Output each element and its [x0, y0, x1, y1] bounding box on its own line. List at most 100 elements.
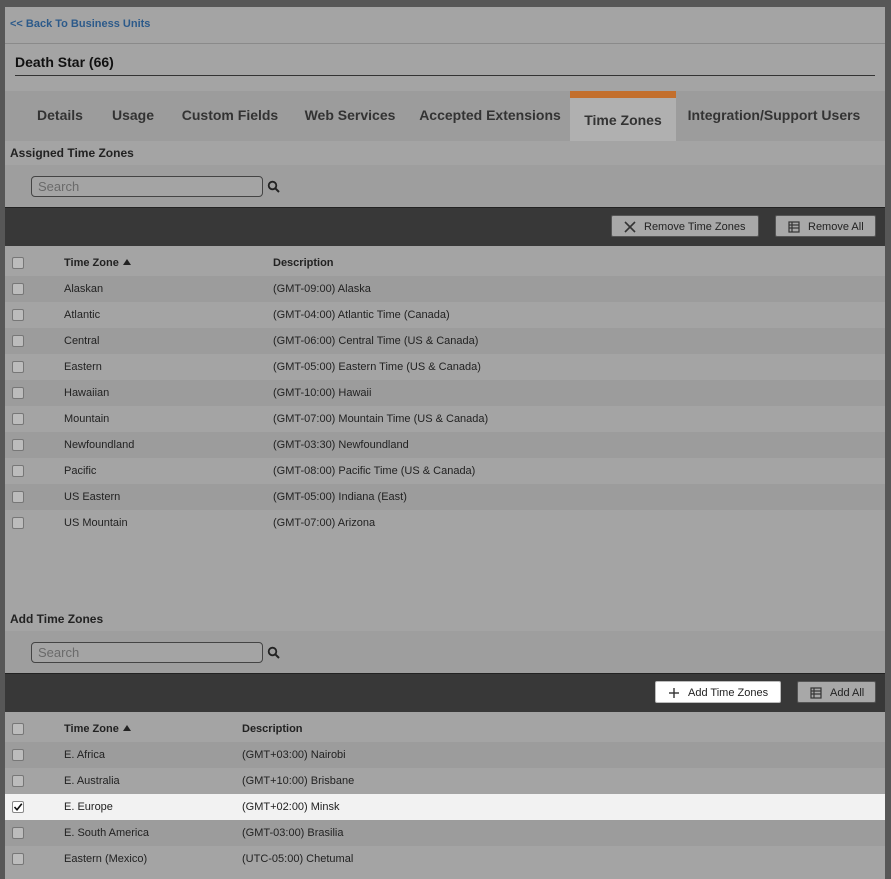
assigned-search-bar	[5, 165, 885, 207]
add-time-zones-title: Add Time Zones	[10, 612, 104, 626]
add-all-button[interactable]: Add All	[797, 681, 876, 703]
tab-accepted-extensions[interactable]: Accepted Extensions	[413, 91, 567, 141]
add-time-zones-button[interactable]: Add Time Zones	[655, 681, 781, 703]
table-row[interactable]: US Eastern (GMT-05:00) Indiana (East)	[5, 484, 885, 510]
list-icon	[788, 221, 800, 233]
add-search-bar	[5, 631, 885, 673]
remove-time-zones-label: Remove Time Zones	[644, 221, 746, 233]
tab-bar: Details Usage Custom Fields Web Services…	[5, 91, 885, 141]
row-checkbox[interactable]	[12, 413, 24, 425]
assigned-table-header: Time Zone Description	[5, 250, 885, 276]
description-cell: (GMT-08:00) Pacific Time (US & Canada)	[273, 465, 476, 477]
page-title: Death Star (66)	[15, 54, 114, 70]
row-checkbox[interactable]	[12, 827, 24, 839]
search-icon[interactable]	[267, 646, 281, 660]
table-row[interactable]: Hawaiian (GMT-10:00) Hawaii	[5, 380, 885, 406]
row-checkbox[interactable]	[12, 335, 24, 347]
column-header-time-zone[interactable]: Time Zone	[64, 250, 131, 276]
select-all-checkbox[interactable]	[12, 257, 24, 269]
tab-integration-support-users[interactable]: Integration/Support Users	[685, 91, 863, 141]
assigned-time-zones-title: Assigned Time Zones	[10, 146, 134, 160]
time-zone-cell: E. Africa	[64, 749, 105, 761]
row-checkbox[interactable]	[12, 283, 24, 295]
table-row[interactable]: E. Australia (GMT+10:00) Brisbane	[5, 768, 885, 794]
time-zone-cell: US Mountain	[64, 517, 128, 529]
description-cell: (GMT-06:00) Central Time (US & Canada)	[273, 335, 479, 347]
row-checkbox[interactable]	[12, 491, 24, 503]
description-cell: (GMT-09:00) Alaska	[273, 283, 371, 295]
tab-web-services[interactable]: Web Services	[297, 91, 403, 141]
row-checkbox[interactable]	[12, 361, 24, 373]
search-icon[interactable]	[267, 180, 281, 194]
description-cell: (GMT-07:00) Mountain Time (US & Canada)	[273, 413, 489, 425]
divider	[5, 43, 885, 44]
description-cell: (GMT-03:00) Brasilia	[242, 827, 344, 839]
sort-ascending-icon	[122, 725, 131, 731]
back-to-business-units-link[interactable]: << Back To Business Units	[10, 18, 150, 30]
table-row[interactable]: Alaskan (GMT-09:00) Alaska	[5, 276, 885, 302]
row-checkbox-checked[interactable]	[12, 801, 24, 813]
row-checkbox[interactable]	[12, 387, 24, 399]
row-checkbox[interactable]	[12, 439, 24, 451]
remove-time-zones-button[interactable]: Remove Time Zones	[611, 215, 759, 237]
time-zone-cell: Mountain	[64, 413, 110, 425]
assigned-search-input[interactable]	[31, 176, 263, 197]
time-zone-cell: US Eastern	[64, 491, 121, 503]
add-table-header: Time Zone Description	[5, 716, 885, 742]
description-cell: (GMT-07:00) Arizona	[273, 517, 376, 529]
table-row[interactable]: Atlantic (GMT-04:00) Atlantic Time (Cana…	[5, 302, 885, 328]
time-zone-cell: E. Australia	[64, 775, 120, 787]
row-checkbox[interactable]	[12, 309, 24, 321]
remove-all-button[interactable]: Remove All	[775, 215, 876, 237]
row-checkbox[interactable]	[12, 775, 24, 787]
time-zone-cell: Eastern (Mexico)	[64, 853, 148, 865]
row-checkbox[interactable]	[12, 517, 24, 529]
table-row[interactable]: Mountain (GMT-07:00) Mountain Time (US &…	[5, 406, 885, 432]
tab-time-zones[interactable]: Time Zones	[570, 91, 676, 141]
add-all-label: Add All	[830, 687, 865, 699]
business-unit-panel: << Back To Business Units Death Star (66…	[5, 7, 885, 879]
select-all-checkbox[interactable]	[12, 723, 24, 735]
time-zone-cell: Central	[64, 335, 100, 347]
description-cell: (GMT-10:00) Hawaii	[273, 387, 372, 399]
close-icon	[624, 221, 636, 233]
time-zone-cell: Newfoundland	[64, 439, 135, 451]
table-row[interactable]: Eastern (Mexico) (UTC-05:00) Chetumal	[5, 846, 885, 872]
time-zone-cell: E. Europe	[64, 801, 113, 813]
description-cell: (GMT+02:00) Minsk	[242, 801, 340, 813]
add-time-zones-label: Add Time Zones	[688, 687, 769, 699]
description-cell: (GMT+10:00) Brisbane	[242, 775, 355, 787]
description-cell: (GMT-04:00) Atlantic Time (Canada)	[273, 309, 450, 321]
tab-details[interactable]: Details	[25, 91, 95, 141]
time-zone-cell: Alaskan	[64, 283, 104, 295]
time-zone-cell: Hawaiian	[64, 387, 110, 399]
table-row[interactable]: Central (GMT-06:00) Central Time (US & C…	[5, 328, 885, 354]
column-header-time-zone[interactable]: Time Zone	[64, 716, 131, 742]
table-row-selected[interactable]: E. Europe (GMT+02:00) Minsk	[5, 794, 885, 820]
table-row[interactable]: Pacific (GMT-08:00) Pacific Time (US & C…	[5, 458, 885, 484]
table-row[interactable]: Newfoundland (GMT-03:30) Newfoundland	[5, 432, 885, 458]
table-row[interactable]: Eastern (GMT-05:00) Eastern Time (US & C…	[5, 354, 885, 380]
add-search-input[interactable]	[31, 642, 263, 663]
row-checkbox[interactable]	[12, 749, 24, 761]
tab-custom-fields[interactable]: Custom Fields	[173, 91, 287, 141]
list-icon	[810, 687, 822, 699]
description-cell: (GMT-05:00) Eastern Time (US & Canada)	[273, 361, 481, 373]
checkmark-icon	[13, 803, 23, 812]
tab-usage[interactable]: Usage	[105, 91, 161, 141]
assigned-toolbar: Remove Time Zones Remove All	[5, 207, 885, 246]
add-toolbar: Add Time Zones Add All	[5, 673, 885, 712]
row-checkbox[interactable]	[12, 853, 24, 865]
column-header-description[interactable]: Description	[273, 250, 334, 276]
column-header-description[interactable]: Description	[242, 716, 303, 742]
remove-all-label: Remove All	[808, 221, 864, 233]
table-row[interactable]: US Mountain (GMT-07:00) Arizona	[5, 510, 885, 536]
time-zone-cell: Pacific	[64, 465, 97, 477]
description-cell: (GMT-05:00) Indiana (East)	[273, 491, 407, 503]
table-row[interactable]: E. South America (GMT-03:00) Brasilia	[5, 820, 885, 846]
time-zone-cell: Atlantic	[64, 309, 101, 321]
plus-icon	[669, 688, 679, 698]
table-row[interactable]: E. Africa (GMT+03:00) Nairobi	[5, 742, 885, 768]
description-cell: (GMT-03:30) Newfoundland	[273, 439, 409, 451]
row-checkbox[interactable]	[12, 465, 24, 477]
